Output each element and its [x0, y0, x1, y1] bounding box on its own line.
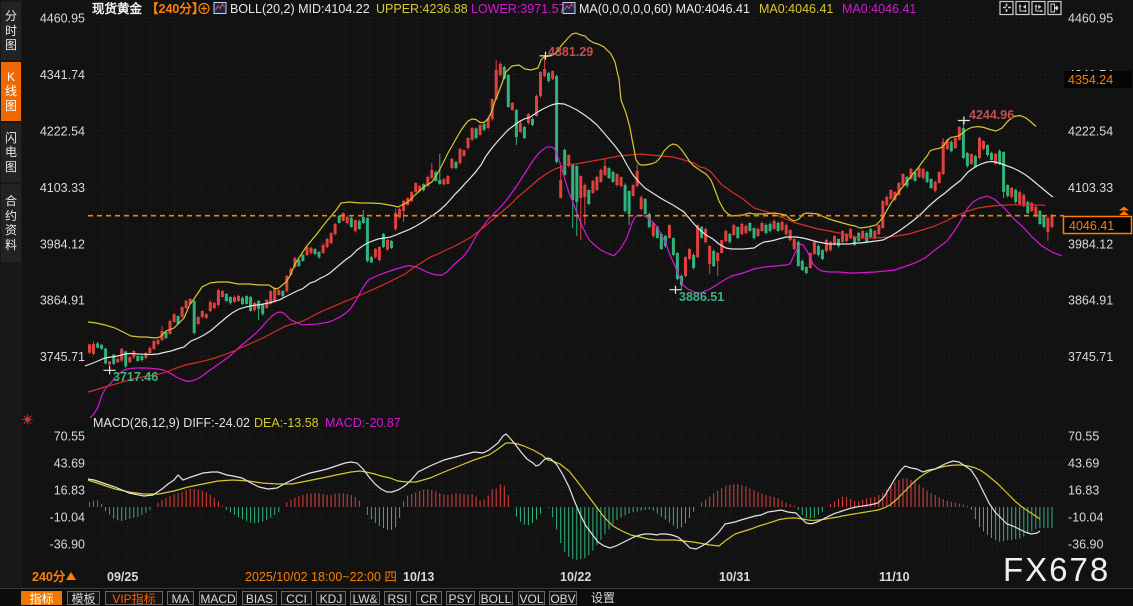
- svg-text:4222.54: 4222.54: [1068, 125, 1113, 139]
- svg-text:4244.96: 4244.96: [969, 108, 1014, 122]
- svg-text:10/31: 10/31: [719, 570, 750, 584]
- svg-text:-36.90: -36.90: [1068, 538, 1103, 552]
- svg-text:43.69: 43.69: [54, 457, 85, 471]
- svg-text:MA0:4046.41: MA0:4046.41: [759, 2, 833, 16]
- svg-text:70.55: 70.55: [1068, 430, 1099, 444]
- svg-text:4103.33: 4103.33: [40, 181, 85, 195]
- svg-text:4222.54: 4222.54: [40, 125, 85, 139]
- svg-text:10/22: 10/22: [560, 570, 591, 584]
- svg-text:70.55: 70.55: [54, 430, 85, 444]
- svg-text:3886.51: 3886.51: [679, 290, 724, 304]
- svg-text:240分: 240分: [32, 569, 66, 584]
- svg-text:4103.33: 4103.33: [1068, 181, 1113, 195]
- svg-text:LOWER:3971.57: LOWER:3971.57: [471, 2, 566, 16]
- svg-text:4354.24: 4354.24: [1068, 73, 1113, 87]
- svg-text:UPPER:4236.88: UPPER:4236.88: [376, 2, 468, 16]
- svg-text:10/13: 10/13: [403, 570, 434, 584]
- svg-text:现货黄金: 现货黄金: [92, 1, 143, 16]
- svg-text:-10.04: -10.04: [1068, 511, 1103, 525]
- svg-text:11/10: 11/10: [879, 570, 910, 584]
- svg-text:3745.71: 3745.71: [1068, 350, 1113, 364]
- svg-text:09/25: 09/25: [107, 570, 138, 584]
- svg-text:3745.71: 3745.71: [40, 350, 85, 364]
- svg-text:-10.04: -10.04: [50, 511, 85, 525]
- svg-text:3717.46: 3717.46: [113, 370, 158, 384]
- svg-text:【240分】: 【240分】: [146, 1, 204, 16]
- svg-text:MA(0,0,0,0,0,60) MA0:4046.41: MA(0,0,0,0,0,60) MA0:4046.41: [579, 2, 750, 16]
- svg-text:MA0:4046.41: MA0:4046.41: [842, 2, 916, 16]
- svg-text:4460.95: 4460.95: [40, 12, 85, 26]
- svg-text:2025/10/02 18:00~22:00 四: 2025/10/02 18:00~22:00 四: [245, 570, 397, 584]
- svg-text:FX678: FX678: [1003, 551, 1110, 588]
- svg-text:MACD:-20.87: MACD:-20.87: [325, 416, 401, 430]
- svg-text:3864.91: 3864.91: [40, 294, 85, 308]
- svg-text:3864.91: 3864.91: [1068, 294, 1113, 308]
- svg-text:DEA:-13.58: DEA:-13.58: [254, 416, 319, 430]
- svg-text:16.83: 16.83: [54, 484, 85, 498]
- svg-text:MACD(26,12,9) DIFF:-24.02: MACD(26,12,9) DIFF:-24.02: [93, 416, 250, 430]
- svg-text:16.83: 16.83: [1068, 484, 1099, 498]
- svg-text:3984.12: 3984.12: [40, 238, 85, 252]
- svg-text:3984.12: 3984.12: [1068, 238, 1113, 252]
- svg-text:4341.74: 4341.74: [40, 68, 85, 82]
- svg-text:4381.29: 4381.29: [548, 45, 593, 59]
- svg-text:-36.90: -36.90: [50, 538, 85, 552]
- svg-text:BOLL(20,2) MID:4104.22: BOLL(20,2) MID:4104.22: [230, 2, 370, 16]
- svg-text:43.69: 43.69: [1068, 457, 1099, 471]
- svg-text:4046.41: 4046.41: [1069, 219, 1114, 233]
- svg-text:4460.95: 4460.95: [1068, 12, 1113, 26]
